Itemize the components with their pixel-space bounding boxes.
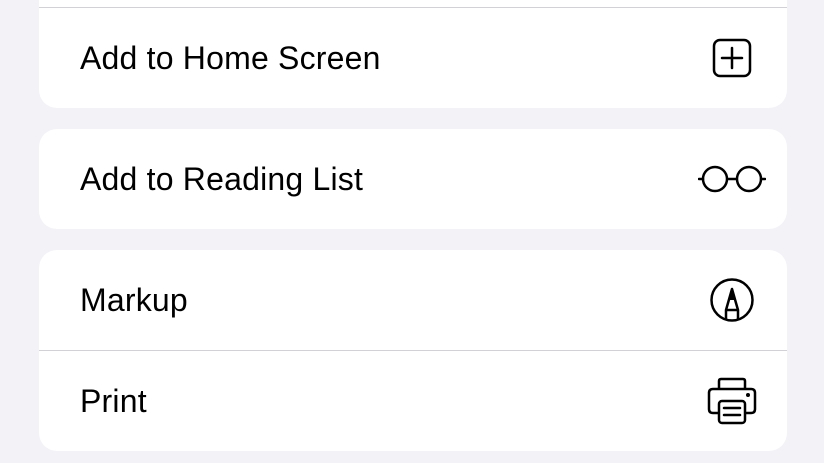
menu-item-label: Add to Home Screen bbox=[80, 39, 381, 76]
action-group-2: Add to Reading List bbox=[39, 129, 787, 229]
markup-pen-icon bbox=[697, 270, 767, 330]
glasses-icon bbox=[697, 149, 767, 209]
menu-item-label: Print bbox=[80, 382, 147, 419]
print-button[interactable]: Print bbox=[39, 351, 787, 451]
share-sheet-actions: Add to Home Screen Add to Reading List M… bbox=[0, 0, 824, 463]
action-group-3: Markup Print bbox=[39, 250, 787, 451]
action-group-1: Add to Home Screen bbox=[39, 0, 787, 108]
menu-item-label: Markup bbox=[80, 281, 188, 318]
add-to-home-screen-button[interactable]: Add to Home Screen bbox=[39, 8, 787, 108]
markup-button[interactable]: Markup bbox=[39, 250, 787, 350]
menu-item-label: Add to Reading List bbox=[80, 160, 364, 197]
add-to-reading-list-button[interactable]: Add to Reading List bbox=[39, 129, 787, 229]
printer-icon bbox=[697, 371, 767, 431]
add-square-icon bbox=[697, 28, 767, 88]
clipped-row bbox=[39, 0, 787, 7]
